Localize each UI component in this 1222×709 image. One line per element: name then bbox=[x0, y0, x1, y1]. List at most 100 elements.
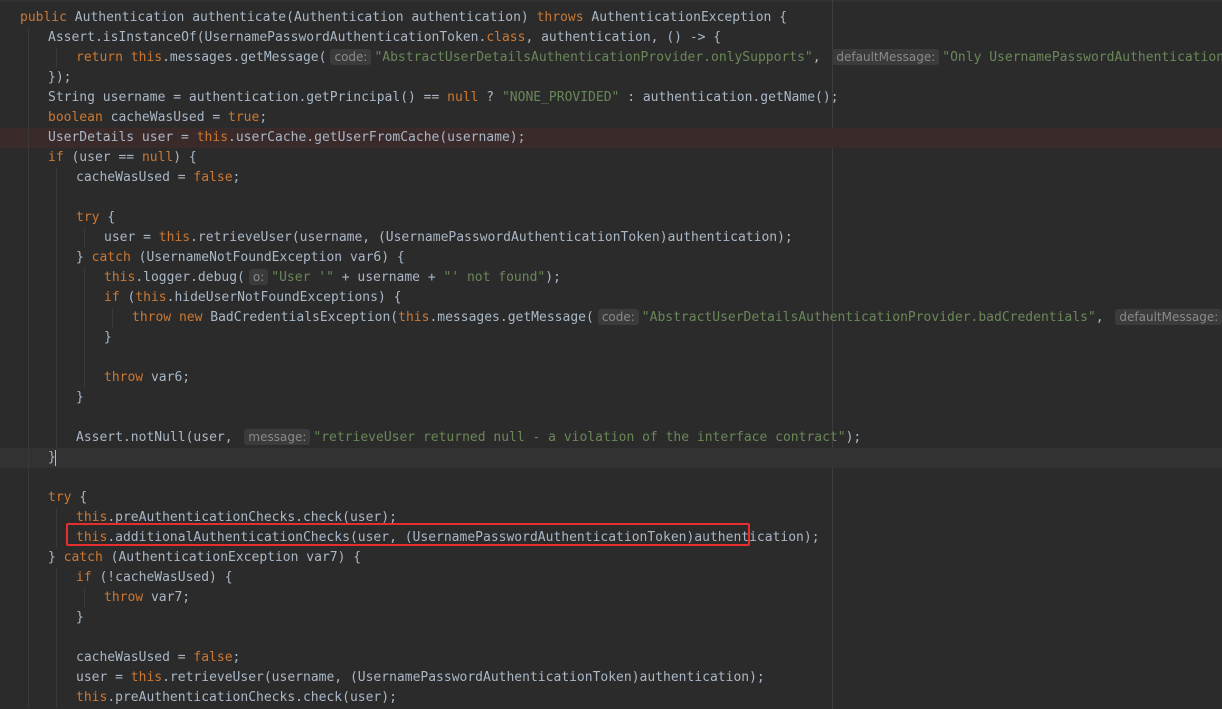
code-token: notNull bbox=[130, 430, 186, 445]
code-text: } bbox=[76, 608, 84, 628]
code-text: } bbox=[48, 448, 56, 468]
code-token: (!cacheWasUsed) { bbox=[99, 570, 233, 585]
code-line[interactable]: throw var6; bbox=[0, 368, 1222, 388]
code-text: this.logger.debug(o: "User '" + username … bbox=[104, 268, 561, 288]
code-line[interactable]: user = this.retrieveUser(username, (User… bbox=[0, 668, 1222, 688]
code-line[interactable]: Assert.isInstanceOf(UsernamePasswordAuth… bbox=[0, 28, 1222, 48]
code-line[interactable]: } bbox=[0, 608, 1222, 628]
code-line[interactable] bbox=[0, 188, 1222, 208]
code-lines[interactable]: public Authentication authenticate(Authe… bbox=[0, 8, 1222, 708]
indent-guide bbox=[56, 388, 57, 408]
indent-guide bbox=[56, 628, 57, 648]
code-token: ; bbox=[259, 110, 268, 125]
parameter-hint: code: bbox=[330, 49, 372, 65]
code-text: if (!cacheWasUsed) { bbox=[76, 568, 233, 588]
keyword-token: if bbox=[104, 290, 128, 305]
indent-guide bbox=[84, 288, 85, 308]
code-line[interactable]: public Authentication authenticate(Authe… bbox=[0, 8, 1222, 28]
code-line[interactable]: }); bbox=[0, 68, 1222, 88]
code-text: throw new BadCredentialsException(this.m… bbox=[132, 308, 1222, 328]
keyword-token: true bbox=[228, 110, 260, 125]
keyword-token: null bbox=[447, 90, 479, 105]
code-token: } bbox=[104, 330, 112, 345]
code-token: } bbox=[76, 390, 84, 405]
keyword-token: return this bbox=[76, 50, 163, 65]
code-line[interactable]: UserDetails user = this.userCache.getUse… bbox=[0, 128, 1222, 148]
code-token: (UsernameNotFoundException var6) { bbox=[138, 250, 405, 265]
indent-guide bbox=[56, 428, 57, 448]
indent-guide bbox=[28, 188, 29, 208]
keyword-token: throw new bbox=[132, 310, 211, 325]
code-line[interactable]: return this.messages.getMessage(code: "Ab… bbox=[0, 48, 1222, 68]
code-token: AuthenticationException { bbox=[591, 10, 788, 25]
code-line[interactable]: } bbox=[0, 328, 1222, 348]
keyword-token: this bbox=[76, 690, 108, 705]
string-token: "Only UsernamePasswordAuthenticationToke… bbox=[942, 50, 1222, 65]
indent-guide bbox=[56, 368, 57, 388]
string-token: "AbstractUserDetailsAuthenticationProvid… bbox=[374, 50, 813, 65]
indent-guide bbox=[28, 408, 29, 428]
code-line[interactable] bbox=[0, 348, 1222, 368]
indent-guide bbox=[28, 368, 29, 388]
keyword-token: try bbox=[48, 490, 80, 505]
keyword-token: this bbox=[130, 670, 163, 685]
indent-guide bbox=[28, 168, 29, 188]
keyword-token: null bbox=[141, 150, 174, 165]
parameter-hint: o: bbox=[248, 269, 269, 285]
code-line[interactable]: cacheWasUsed = false; bbox=[0, 168, 1222, 188]
code-line[interactable]: } bbox=[0, 388, 1222, 408]
code-line[interactable]: try { bbox=[0, 488, 1222, 508]
editor-top-border bbox=[0, 0, 1222, 2]
code-text: throw var7; bbox=[104, 588, 190, 608]
indent-guide bbox=[28, 248, 29, 268]
indent-guide bbox=[84, 228, 85, 248]
indent-guide bbox=[56, 648, 57, 668]
code-editor[interactable]: public Authentication authenticate(Authe… bbox=[0, 0, 1222, 709]
code-text: } bbox=[76, 388, 84, 408]
indent-guide bbox=[28, 588, 29, 608]
code-line[interactable]: if (user == null) { bbox=[0, 148, 1222, 168]
code-line[interactable]: if (this.hideUserNotFoundExceptions) { bbox=[0, 288, 1222, 308]
code-line[interactable]: this.preAuthenticationChecks.check(user)… bbox=[0, 688, 1222, 708]
code-line[interactable]: this.logger.debug(o: "User '" + username … bbox=[0, 268, 1222, 288]
code-line[interactable]: try { bbox=[0, 208, 1222, 228]
code-line[interactable] bbox=[0, 408, 1222, 428]
code-text: if (user == null) { bbox=[48, 148, 197, 168]
indent-guide bbox=[84, 588, 85, 608]
indent-guide bbox=[28, 348, 29, 368]
code-line[interactable]: String username = authentication.getPrin… bbox=[0, 88, 1222, 108]
code-line[interactable]: boolean cacheWasUsed = true; bbox=[0, 108, 1222, 128]
code-line[interactable]: } catch (AuthenticationException var7) { bbox=[0, 548, 1222, 568]
indent-guide bbox=[28, 208, 29, 228]
code-token: ; bbox=[232, 650, 241, 665]
code-line[interactable]: cacheWasUsed = false; bbox=[0, 648, 1222, 668]
code-line[interactable]: throw new BadCredentialsException(this.m… bbox=[0, 308, 1222, 328]
keyword-token: this bbox=[104, 270, 136, 285]
indent-guide bbox=[28, 388, 29, 408]
code-token: (user == bbox=[71, 150, 142, 165]
indent-guide bbox=[56, 408, 57, 428]
code-line[interactable]: if (!cacheWasUsed) { bbox=[0, 568, 1222, 588]
string-token: "' not found" bbox=[443, 270, 546, 285]
code-line[interactable] bbox=[0, 468, 1222, 488]
indent-guide bbox=[56, 228, 57, 248]
code-line[interactable]: user = this.retrieveUser(username, (User… bbox=[0, 228, 1222, 248]
indent-guide bbox=[56, 48, 57, 68]
string-token: "AbstractUserDetailsAuthenticationProvid… bbox=[641, 310, 1096, 325]
code-line[interactable] bbox=[0, 628, 1222, 648]
code-line[interactable]: } catch (UsernameNotFoundException var6)… bbox=[0, 248, 1222, 268]
code-line[interactable]: } bbox=[0, 448, 1222, 468]
code-token: .retrieveUser(username, (UsernamePasswor… bbox=[190, 230, 793, 245]
code-line[interactable]: Assert.notNull(user, message: "retrieveUs… bbox=[0, 428, 1222, 448]
code-token: cacheWasUsed = bbox=[76, 170, 194, 185]
code-token: isInstanceOf bbox=[102, 30, 197, 45]
code-token: user = bbox=[76, 670, 131, 685]
code-text: user = this.retrieveUser(username, (User… bbox=[76, 668, 765, 688]
code-token: .retrieveUser(username, (UsernamePasswor… bbox=[162, 670, 765, 685]
code-token: var7; bbox=[150, 590, 191, 605]
code-line[interactable]: throw var7; bbox=[0, 588, 1222, 608]
indent-guide bbox=[28, 688, 29, 708]
code-text: try { bbox=[48, 488, 87, 508]
indent-guide bbox=[56, 248, 57, 268]
indent-guide bbox=[28, 628, 29, 648]
